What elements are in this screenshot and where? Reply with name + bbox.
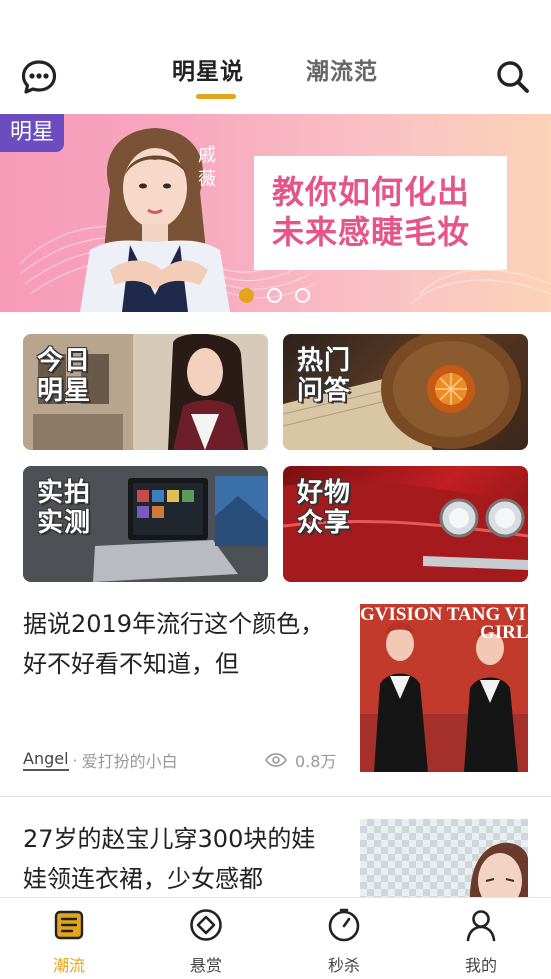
active-tab-indicator bbox=[196, 94, 236, 99]
carousel-indicator bbox=[239, 288, 310, 304]
nav-miaosha[interactable]: 秒杀 bbox=[304, 898, 384, 979]
list-doc-icon bbox=[51, 907, 87, 943]
category-label: 今日 明星 bbox=[37, 346, 92, 406]
banner-headline: 教你如何化出 未来感睫毛妆 bbox=[254, 156, 507, 270]
carousel-dot-3[interactable] bbox=[295, 288, 310, 303]
category-badge: 明星 bbox=[0, 114, 65, 152]
top-header: 明星说 潮流范 bbox=[0, 0, 551, 114]
magazine-masthead-2: GIRL bbox=[480, 622, 528, 643]
article-thumbnail[interactable] bbox=[360, 819, 528, 897]
celebrity-name: 戚薇 bbox=[198, 145, 216, 190]
eye-icon bbox=[265, 753, 287, 767]
tab-chaoliufan[interactable]: 潮流范 bbox=[306, 52, 378, 86]
author-tag: 爱打扮的小白 bbox=[81, 752, 178, 771]
article-thumbnail-image bbox=[469, 842, 528, 897]
nav-label: 秒杀 bbox=[327, 956, 360, 975]
category-card-hot-qa[interactable]: 热门 问答 bbox=[283, 334, 528, 450]
tab-mingxingshuo[interactable]: 明星说 bbox=[172, 52, 244, 86]
view-count-value: 0.8万 bbox=[295, 752, 337, 771]
meta-separator: · bbox=[72, 750, 78, 770]
nav-xuanshang[interactable]: 悬赏 bbox=[166, 898, 246, 979]
category-card-today-star[interactable]: 今日 明星 bbox=[23, 334, 268, 450]
promo-banner[interactable]: 明星 戚薇 教你如何化出 未来感睫毛妆 bbox=[0, 114, 551, 312]
article-thumbnail[interactable]: GVISION TANG VI GIRL bbox=[360, 604, 528, 772]
user-icon bbox=[463, 907, 499, 943]
nav-label: 潮流 bbox=[52, 956, 85, 975]
channel-tabs: 明星说 潮流范 bbox=[150, 52, 410, 102]
headline-line-2: 未来感睫毛妆 bbox=[272, 213, 471, 251]
carousel-dot-1[interactable] bbox=[239, 288, 254, 303]
category-label: 热门 问答 bbox=[297, 346, 352, 406]
stopwatch-icon bbox=[326, 907, 362, 943]
article-title[interactable]: 据说2019年流行这个颜色，好不好看不知道，但 bbox=[23, 604, 338, 684]
article-card[interactable]: 据说2019年流行这个颜色，好不好看不知道，但 Angel · 爱打扮的小白 0… bbox=[0, 600, 551, 797]
article-title[interactable]: 27岁的赵宝儿穿300块的娃娃领连衣裙，少女感都 bbox=[23, 819, 338, 897]
category-card-good-share[interactable]: 好物 众享 bbox=[283, 466, 528, 582]
nav-label: 悬赏 bbox=[189, 956, 222, 975]
category-label: 好物 众享 bbox=[297, 478, 352, 538]
nav-label: 我的 bbox=[464, 956, 497, 975]
article-card[interactable]: 27岁的赵宝儿穿300块的娃娃领连衣裙，少女感都 bbox=[0, 815, 551, 897]
carousel-dot-2[interactable] bbox=[267, 288, 282, 303]
nav-wode[interactable]: 我的 bbox=[441, 898, 521, 979]
nav-chaoliu[interactable]: 潮流 bbox=[29, 898, 109, 979]
diamond-circle-icon bbox=[188, 907, 224, 943]
chat-bubble-icon[interactable] bbox=[17, 55, 61, 99]
author-name[interactable]: Angel bbox=[23, 749, 69, 771]
search-icon[interactable] bbox=[491, 55, 535, 99]
category-card-real-test[interactable]: 实拍 实测 bbox=[23, 466, 268, 582]
bottom-navigation: 潮流 悬赏 秒杀 我的 bbox=[0, 897, 551, 979]
view-count: 0.8万 bbox=[265, 748, 336, 772]
category-label: 实拍 实测 bbox=[37, 478, 92, 538]
article-meta: Angel · 爱打扮的小白 bbox=[23, 748, 178, 772]
headline-line-1: 教你如何化出 bbox=[272, 173, 471, 211]
